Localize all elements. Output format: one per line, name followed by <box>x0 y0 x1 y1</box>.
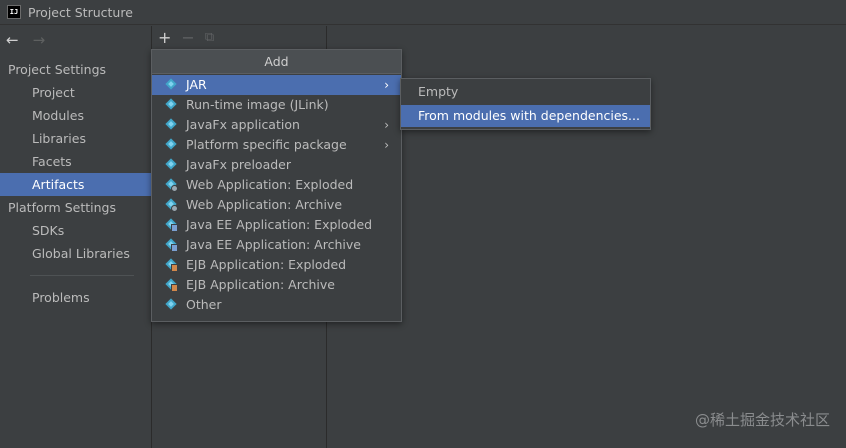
artifact-icon <box>165 138 177 151</box>
sidebar-divider <box>30 275 134 276</box>
ejb-artifact-icon <box>165 278 178 292</box>
menu-item-javaee-exploded[interactable]: Java EE Application: Exploded <box>152 215 401 235</box>
web-artifact-icon <box>165 178 178 192</box>
menu-item-ejb-exploded[interactable]: EJB Application: Exploded <box>152 255 401 275</box>
menu-item-label: JAR <box>186 77 207 92</box>
menu-item-label: EJB Application: Archive <box>186 277 335 292</box>
add-menu-list: JAR › Run-time image (JLink) JavaFx appl… <box>152 74 401 315</box>
sidebar-item-problems[interactable]: Problems <box>0 286 152 309</box>
artifact-icon <box>165 118 177 131</box>
sidebar-item-project[interactable]: Project <box>0 81 152 104</box>
submenu-arrow-icon: › <box>384 78 389 92</box>
artifact-icon <box>165 78 177 91</box>
submenu-item-from-modules[interactable]: From modules with dependencies... <box>401 105 650 127</box>
menu-item-label: Other <box>186 297 222 312</box>
ejb-artifact-icon <box>165 258 178 272</box>
menu-item-label: Java EE Application: Exploded <box>186 217 373 232</box>
artifact-icon <box>165 98 177 111</box>
javaee-artifact-icon <box>165 238 178 252</box>
menu-item-javaee-archive[interactable]: Java EE Application: Archive <box>152 235 401 255</box>
nav-arrows: ← → <box>6 32 45 48</box>
menu-item-ejb-archive[interactable]: EJB Application: Archive <box>152 275 401 295</box>
project-settings-header: Project Settings <box>8 62 107 77</box>
submenu-item-empty[interactable]: Empty <box>401 81 650 103</box>
copy-icon[interactable]: ⧉ <box>205 29 214 47</box>
menu-item-label: JavaFx application <box>186 117 300 132</box>
menu-item-label: Platform specific package <box>186 137 347 152</box>
menu-item-other[interactable]: Other <box>152 295 401 315</box>
watermark: @稀土掘金技术社区 <box>694 411 830 429</box>
submenu-arrow-icon: › <box>384 118 389 132</box>
menu-item-web-archive[interactable]: Web Application: Archive <box>152 195 401 215</box>
sidebar-item-artifacts[interactable]: Artifacts <box>0 173 152 196</box>
artifact-icon <box>165 298 177 311</box>
javaee-artifact-icon <box>165 218 178 232</box>
sidebar-item-facets[interactable]: Facets <box>0 150 152 173</box>
menu-item-label: Run-time image (JLink) <box>186 97 329 112</box>
forward-arrow-icon[interactable]: → <box>33 32 46 48</box>
menu-item-label: Web Application: Archive <box>186 197 343 212</box>
sidebar-item-sdks[interactable]: SDKs <box>0 219 152 242</box>
window-title: Project Structure <box>28 4 133 20</box>
settings-nav-list: Project Settings Project Modules Librari… <box>0 58 152 309</box>
add-artifact-popup: Add JAR › Run-time image (JLink) JavaFx … <box>151 49 402 322</box>
web-artifact-icon <box>165 198 178 212</box>
menu-item-jar[interactable]: JAR › <box>152 75 401 95</box>
remove-icon[interactable]: − <box>181 29 194 47</box>
menu-item-platform-specific-package[interactable]: Platform specific package › <box>152 135 401 155</box>
sidebar-item-modules[interactable]: Modules <box>0 104 152 127</box>
title-bar: IJ Project Structure <box>0 0 846 25</box>
back-arrow-icon[interactable]: ← <box>6 32 19 48</box>
menu-item-javafx-application[interactable]: JavaFx application › <box>152 115 401 135</box>
sidebar-item-global-libraries[interactable]: Global Libraries <box>0 242 152 265</box>
menu-item-label: Java EE Application: Archive <box>186 237 361 252</box>
menu-item-runtime-image[interactable]: Run-time image (JLink) <box>152 95 401 115</box>
popup-title: Add <box>152 50 401 74</box>
jar-submenu: Empty From modules with dependencies... <box>400 78 651 130</box>
artifact-icon <box>165 158 177 171</box>
sidebar-item-libraries[interactable]: Libraries <box>0 127 152 150</box>
menu-item-javafx-preloader[interactable]: JavaFx preloader <box>152 155 401 175</box>
menu-item-web-exploded[interactable]: Web Application: Exploded <box>152 175 401 195</box>
intellij-logo-icon: IJ <box>7 5 21 19</box>
artifacts-toolbar: + − ⧉ <box>158 29 214 47</box>
submenu-arrow-icon: › <box>384 138 389 152</box>
menu-item-label: EJB Application: Exploded <box>186 257 347 272</box>
logo-text: IJ <box>9 7 19 16</box>
menu-item-label: Web Application: Exploded <box>186 177 354 192</box>
settings-sidebar: ← → Project Settings Project Modules Lib… <box>0 26 152 448</box>
add-icon[interactable]: + <box>158 29 171 47</box>
menu-item-label: JavaFx preloader <box>186 157 291 172</box>
platform-settings-header: Platform Settings <box>8 200 116 215</box>
